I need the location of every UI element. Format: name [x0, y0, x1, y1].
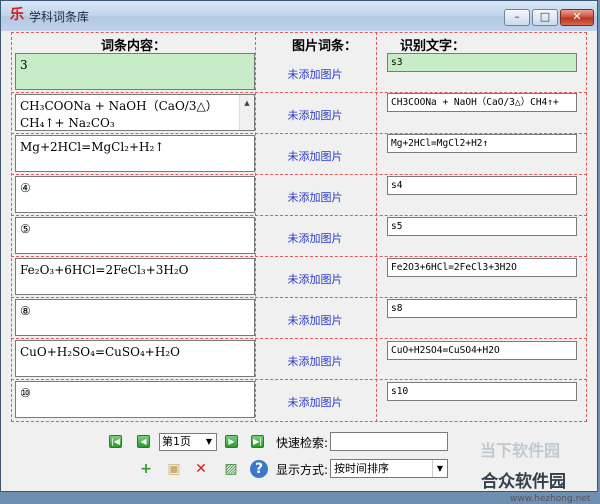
ocr-column-header: 识别文字：	[400, 39, 466, 54]
entry-content-cell[interactable]: ⑤	[15, 217, 255, 254]
delete-icon[interactable]: ✕	[192, 460, 210, 478]
entry-content-cell[interactable]: Mg+2HCl=MgCl₂+H₂↑	[15, 135, 255, 172]
last-page-button[interactable]: ▶|	[251, 435, 264, 448]
minimize-button[interactable]: –	[504, 9, 530, 26]
row-divider	[11, 174, 587, 175]
main-window: 乐 学科词条库 – □ ✕ 词条内容： 图片词条： 识别文字： ➔ 3 未添加图…	[0, 0, 598, 504]
entry-content-text: Mg+2HCl=MgCl₂+H₂↑	[20, 140, 165, 154]
page-select-value: 第1页	[162, 435, 191, 448]
cell-scrollbar[interactable]: ▲ ▼	[239, 95, 254, 130]
entry-ocr-field[interactable]: CuO+H2SO4=CuSO4+H2O	[387, 341, 577, 360]
entry-content-text: 3	[20, 58, 28, 72]
entry-image-link[interactable]: 未添加图片	[255, 107, 375, 123]
entry-content-cell[interactable]: CuO+H₂SO₄=CuSO₄+H₂O	[15, 340, 255, 377]
entry-content-text: ④	[20, 181, 31, 195]
row-divider	[11, 338, 587, 339]
maximize-button[interactable]: □	[532, 9, 558, 26]
image-column-header: 图片词条：	[292, 39, 358, 54]
entry-content-text: CuO+H₂SO₄=CuSO₄+H₂O	[20, 345, 180, 359]
row-divider	[11, 379, 587, 380]
entry-ocr-field[interactable]: Fe2O3+6HCl=2FeCl3+3H2O	[387, 258, 577, 277]
chevron-down-icon[interactable]: ▼	[202, 434, 216, 450]
add-entry-icon[interactable]: +	[137, 460, 155, 478]
entry-ocr-field[interactable]: s5	[387, 217, 577, 236]
entry-content-cell[interactable]: ⑩	[15, 381, 255, 418]
page-select[interactable]: 第1页 ▼	[159, 433, 217, 451]
watermark-url: www.hezhong.net	[510, 494, 591, 504]
entry-content-cell[interactable]: CH₃COONa + NaOH（CaO/3△）CH₄↑+ Na₂CO₃ ▲ ▼	[15, 94, 255, 131]
app-logo-icon: 乐	[10, 7, 24, 23]
row-divider	[11, 215, 587, 216]
entry-image-link[interactable]: 未添加图片	[255, 66, 375, 82]
entry-ocr-field[interactable]: s8	[387, 299, 577, 318]
entry-content-text: ⑧	[20, 304, 31, 318]
sort-label: 显示方式:	[276, 463, 329, 477]
scroll-down-icon[interactable]: ▼	[240, 129, 254, 130]
entry-ocr-field[interactable]: s10	[387, 382, 577, 401]
entry-ocr-field[interactable]: s4	[387, 176, 577, 195]
entry-image-link[interactable]: 未添加图片	[255, 353, 375, 369]
sort-select-value: 按时间排序	[334, 462, 389, 475]
window-title: 学科词条库	[29, 10, 90, 24]
entry-ocr-field[interactable]: CH3COONa + NaOH（CaO/3△）CH4↑+	[387, 93, 577, 112]
entry-content-text: CH₃COONa + NaOH（CaO/3△）CH₄↑+ Na₂CO₃	[20, 99, 218, 130]
prev-page-button[interactable]: ◀	[137, 435, 150, 448]
image-icon[interactable]: ▨	[222, 460, 240, 478]
entry-image-link[interactable]: 未添加图片	[255, 312, 375, 328]
row-divider	[11, 256, 587, 257]
entry-image-link[interactable]: 未添加图片	[255, 271, 375, 287]
next-page-button[interactable]: ▶	[225, 435, 238, 448]
entry-content-text: ⑩	[20, 386, 31, 400]
entry-ocr-field[interactable]: Mg+2HCl=MgCl2+H2↑	[387, 134, 577, 153]
chevron-down-icon[interactable]: ▼	[432, 460, 447, 477]
entry-content-text: ⑤	[20, 222, 31, 236]
entry-image-link[interactable]: 未添加图片	[255, 394, 375, 410]
help-icon[interactable]: ?	[250, 460, 268, 478]
sort-select[interactable]: 按时间排序 ▼	[330, 459, 448, 478]
save-icon[interactable]: ▣	[165, 460, 183, 478]
title-bar[interactable]: 乐 学科词条库 – □ ✕	[1, 1, 597, 31]
first-page-button[interactable]: |◀	[109, 435, 122, 448]
entry-image-link[interactable]: 未添加图片	[255, 230, 375, 246]
watermark-ghost: 当下软件园	[480, 441, 561, 460]
content-column-header: 词条内容：	[101, 39, 167, 54]
entry-ocr-field[interactable]: s3	[387, 53, 577, 72]
entry-content-cell[interactable]: ④	[15, 176, 255, 213]
search-label: 快速检索:	[276, 436, 329, 450]
entry-content-cell[interactable]: ➔ 3	[15, 53, 255, 90]
row-divider	[11, 297, 587, 298]
watermark-brand: 合众软件园	[481, 472, 566, 492]
client-area: 词条内容： 图片词条： 识别文字： ➔ 3 未添加图片 s3 CH₃COONa …	[5, 31, 593, 504]
scroll-up-icon[interactable]: ▲	[240, 95, 254, 112]
entry-content-text: Fe₂O₃+6HCl=2FeCl₃+3H₂O	[20, 263, 189, 277]
close-button[interactable]: ✕	[560, 9, 594, 26]
entry-image-link[interactable]: 未添加图片	[255, 189, 375, 205]
entry-content-cell[interactable]: Fe₂O₃+6HCl=2FeCl₃+3H₂O	[15, 258, 255, 295]
search-input[interactable]	[330, 432, 448, 451]
entry-image-link[interactable]: 未添加图片	[255, 148, 375, 164]
grid-divider	[376, 32, 377, 422]
entry-content-cell[interactable]: ⑧	[15, 299, 255, 336]
